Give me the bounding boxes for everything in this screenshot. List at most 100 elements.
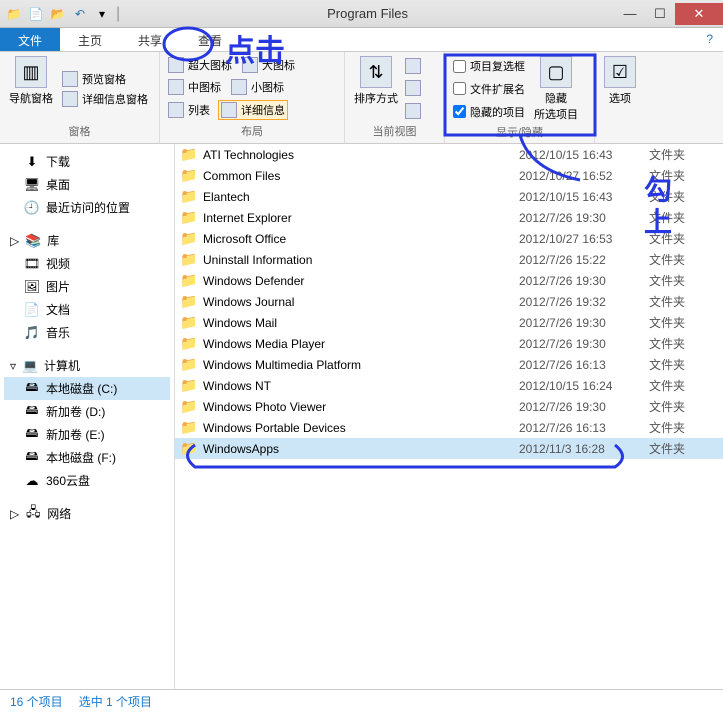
downloads-icon: ⬇ xyxy=(24,154,40,170)
documents-icon: 📄 xyxy=(24,302,40,318)
help-icon[interactable]: ? xyxy=(696,28,723,51)
folder-icon: 📁 xyxy=(179,188,199,205)
sidebar-item-videos[interactable]: 🎞视频 xyxy=(4,252,170,275)
file-date: 2012/10/15 16:24 xyxy=(519,379,649,393)
file-name: Windows NT xyxy=(199,379,519,393)
file-ext-toggle[interactable]: 文件扩展名 xyxy=(451,79,527,99)
details-view-button[interactable]: 详细信息 xyxy=(218,100,288,120)
sidebar-item-desktop[interactable]: 🖥桌面 xyxy=(4,173,170,196)
sidebar-item-documents[interactable]: 📄文档 xyxy=(4,298,170,321)
statusbar: 16 个项目 选中 1 个项目 xyxy=(0,689,723,713)
table-row[interactable]: 📁Windows Mail2012/7/26 19:30文件夹 xyxy=(175,312,723,333)
sidebar-libraries[interactable]: ▷📚库 xyxy=(4,229,170,252)
m-icons-button[interactable]: 中图标 xyxy=(166,78,223,96)
sort-by-button[interactable]: ⇅ 排序方式 xyxy=(351,56,401,121)
hidden-items-checkbox[interactable] xyxy=(453,105,466,118)
sidebar-item-drive-c[interactable]: 🖴本地磁盘 (C:) xyxy=(4,377,170,400)
preview-pane-button[interactable]: 预览窗格 xyxy=(60,70,150,88)
undo-icon[interactable]: ↶ xyxy=(72,6,88,22)
file-name: Uninstall Information xyxy=(199,253,519,267)
tab-view[interactable]: 查看 xyxy=(180,28,240,51)
sidebar-item-recent[interactable]: 🕘最近访问的位置 xyxy=(4,196,170,219)
xl-icons-button[interactable]: 超大图标 xyxy=(166,56,234,74)
sidebar-item-360cloud[interactable]: ☁360云盘 xyxy=(4,469,170,492)
ribbon: ▥ 导航窗格 预览窗格 详细信息窗格 窗格 超大图标 大图标 中图标 小图标 xyxy=(0,52,723,144)
file-name: Elantech xyxy=(199,190,519,204)
new-doc-icon[interactable]: 📄 xyxy=(28,6,44,22)
file-list[interactable]: 📁ATI Technologies2012/10/15 16:43文件夹📁Com… xyxy=(175,144,723,689)
group-by-icon[interactable] xyxy=(405,58,421,74)
file-date: 2012/7/26 19:30 xyxy=(519,274,649,288)
folder-icon: 📁 xyxy=(179,377,199,394)
table-row[interactable]: 📁WindowsApps2012/11/3 16:28文件夹 xyxy=(175,438,723,459)
window-title: Program Files xyxy=(120,6,615,21)
item-checkboxes-toggle[interactable]: 项目复选框 xyxy=(451,56,527,76)
table-row[interactable]: 📁Microsoft Office2012/10/27 16:53文件夹 xyxy=(175,228,723,249)
file-type: 文件夹 xyxy=(649,230,719,247)
chevron-right-icon: ▷ xyxy=(10,507,19,521)
file-type: 文件夹 xyxy=(649,377,719,394)
sidebar-computer[interactable]: ▿💻计算机 xyxy=(4,354,170,377)
table-row[interactable]: 📁Windows Journal2012/7/26 19:32文件夹 xyxy=(175,291,723,312)
table-row[interactable]: 📁Common Files2012/10/27 16:52文件夹 xyxy=(175,165,723,186)
maximize-button[interactable]: ☐ xyxy=(645,3,675,25)
file-type: 文件夹 xyxy=(649,398,719,415)
folder-icon: 📁 xyxy=(179,293,199,310)
file-date: 2012/7/26 19:30 xyxy=(519,211,649,225)
nav-pane-button[interactable]: ▥ 导航窗格 xyxy=(6,56,56,121)
folder-icon: 📁 xyxy=(179,398,199,415)
file-type: 文件夹 xyxy=(649,251,719,268)
item-checkboxes-checkbox[interactable] xyxy=(453,60,466,73)
sidebar-item-drive-f[interactable]: 🖴本地磁盘 (F:) xyxy=(4,446,170,469)
table-row[interactable]: 📁Windows Portable Devices2012/7/26 16:13… xyxy=(175,417,723,438)
table-row[interactable]: 📁Uninstall Information2012/7/26 15:22文件夹 xyxy=(175,249,723,270)
folder-icon: 📁 xyxy=(179,272,199,289)
s-icons-button[interactable]: 小图标 xyxy=(229,78,286,96)
tab-file[interactable]: 文件 xyxy=(0,28,60,51)
file-type: 文件夹 xyxy=(649,188,719,205)
sidebar-network[interactable]: ▷🖧网络 xyxy=(4,502,170,525)
file-type: 文件夹 xyxy=(649,419,719,436)
file-name: Windows Mail xyxy=(199,316,519,330)
file-ext-checkbox[interactable] xyxy=(453,82,466,95)
close-button[interactable]: ✕ xyxy=(675,3,723,25)
sidebar-item-downloads[interactable]: ⬇下载 xyxy=(4,150,170,173)
folder-open-icon[interactable]: 📂 xyxy=(50,6,66,22)
tab-home[interactable]: 主页 xyxy=(60,28,120,51)
details-pane-button[interactable]: 详细信息窗格 xyxy=(60,90,150,108)
dropdown-icon[interactable]: ▾ xyxy=(94,6,110,22)
hide-selected-button[interactable]: ▢ 隐藏 所选项目 xyxy=(531,56,581,122)
folder-icon: 📁 xyxy=(6,6,22,22)
sidebar-item-drive-d[interactable]: 🖴新加卷 (D:) xyxy=(4,400,170,423)
table-row[interactable]: 📁Windows Multimedia Platform2012/7/26 16… xyxy=(175,354,723,375)
add-columns-icon[interactable] xyxy=(405,80,421,96)
details-pane-icon xyxy=(62,91,78,107)
file-name: Windows Portable Devices xyxy=(199,421,519,435)
file-date: 2012/7/26 19:32 xyxy=(519,295,649,309)
file-date: 2012/7/26 16:13 xyxy=(519,358,649,372)
table-row[interactable]: 📁Windows Defender2012/7/26 19:30文件夹 xyxy=(175,270,723,291)
file-date: 2012/7/26 16:13 xyxy=(519,421,649,435)
libraries-icon: 📚 xyxy=(25,233,41,249)
list-view-button[interactable]: 列表 xyxy=(166,100,212,120)
options-button[interactable]: ☑ 选项 xyxy=(601,56,639,125)
panes-group-label: 窗格 xyxy=(6,121,153,139)
sidebar-item-pictures[interactable]: 🖼图片 xyxy=(4,275,170,298)
table-row[interactable]: 📁Internet Explorer2012/7/26 19:30文件夹 xyxy=(175,207,723,228)
minimize-button[interactable]: — xyxy=(615,3,645,25)
ribbon-tabs: 文件 主页 共享 查看 ? xyxy=(0,28,723,52)
table-row[interactable]: 📁Windows Photo Viewer2012/7/26 19:30文件夹 xyxy=(175,396,723,417)
size-columns-icon[interactable] xyxy=(405,103,421,119)
recent-icon: 🕘 xyxy=(24,200,40,216)
sidebar-item-drive-e[interactable]: 🖴新加卷 (E:) xyxy=(4,423,170,446)
file-name: ATI Technologies xyxy=(199,148,519,162)
l-icons-button[interactable]: 大图标 xyxy=(240,56,297,74)
table-row[interactable]: 📁Elantech2012/10/15 16:43文件夹 xyxy=(175,186,723,207)
file-date: 2012/7/26 15:22 xyxy=(519,253,649,267)
table-row[interactable]: 📁Windows NT2012/10/15 16:24文件夹 xyxy=(175,375,723,396)
tab-share[interactable]: 共享 xyxy=(120,28,180,51)
table-row[interactable]: 📁ATI Technologies2012/10/15 16:43文件夹 xyxy=(175,144,723,165)
sidebar-item-music[interactable]: 🎵音乐 xyxy=(4,321,170,344)
hidden-items-toggle[interactable]: 隐藏的项目 xyxy=(451,102,527,122)
table-row[interactable]: 📁Windows Media Player2012/7/26 19:30文件夹 xyxy=(175,333,723,354)
